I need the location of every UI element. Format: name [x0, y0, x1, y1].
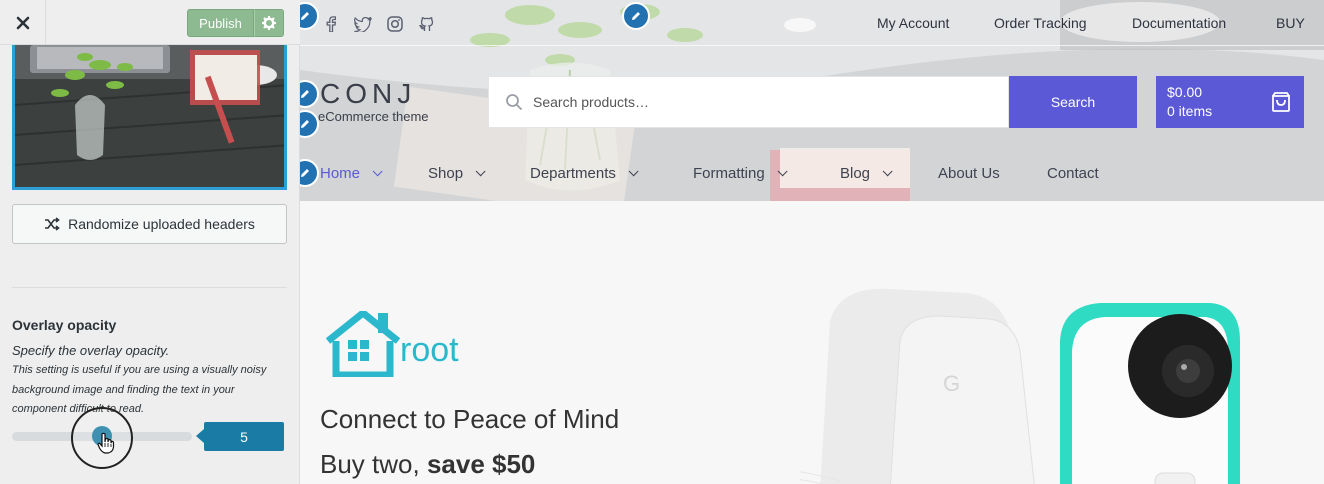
randomize-headers-button[interactable]: Randomize uploaded headers: [12, 204, 287, 244]
menu-item-formatting-label: Formatting: [693, 165, 765, 182]
publish-settings-button[interactable]: [254, 9, 284, 37]
menu-item-about-us[interactable]: About Us: [938, 165, 1000, 182]
search-icon: [506, 94, 522, 110]
overlay-opacity-title: Overlay opacity: [12, 317, 117, 333]
site-tagline: eCommerce theme: [318, 109, 429, 124]
close-icon: [16, 16, 29, 29]
pencil-icon: [301, 120, 309, 128]
edit-shortcut-topnav[interactable]: [622, 2, 650, 30]
shuffle-icon: [45, 217, 60, 231]
menu-item-contact-label: Contact: [1047, 165, 1099, 182]
pencil-icon: [632, 12, 640, 20]
instagram-icon[interactable]: [386, 15, 404, 33]
github-icon[interactable]: [418, 15, 436, 33]
camera-product-image: G: [800, 288, 1240, 484]
twitter-icon[interactable]: [354, 15, 372, 33]
header-image-thumbnail[interactable]: [12, 45, 287, 190]
promo-headline: Connect to Peace of Mind: [320, 404, 620, 434]
overlay-opacity-subtitle: Specify the overlay opacity.: [12, 343, 170, 358]
close-customizer-button[interactable]: [0, 0, 46, 45]
menu-item-about-us-label: About Us: [938, 165, 1000, 182]
menu-item-departments[interactable]: Departments: [530, 165, 639, 182]
menu-item-home-label: Home: [320, 165, 361, 182]
pencil-icon: [301, 169, 309, 177]
nav-order-tracking[interactable]: Order Tracking: [994, 15, 1087, 31]
shopping-bag-icon: [1272, 92, 1290, 112]
publish-button[interactable]: Publish: [187, 9, 254, 37]
gear-icon: [262, 16, 276, 30]
overlay-opacity-description: This setting is useful if you are using …: [12, 364, 267, 415]
topbar-divider: [300, 45, 1324, 46]
search-button[interactable]: Search: [1009, 76, 1137, 128]
search-input[interactable]: [533, 94, 993, 110]
nav-my-account[interactable]: My Account: [877, 15, 949, 31]
promo-subline-prefix: Buy two,: [320, 449, 420, 479]
section-divider: [12, 287, 287, 288]
menu-item-shop-label: Shop: [428, 165, 464, 182]
customizer-header: Publish: [0, 0, 300, 45]
pencil-icon: [301, 90, 309, 98]
randomize-headers-label: Randomize uploaded headers: [68, 216, 255, 232]
root-brand-name: root: [400, 331, 459, 369]
site-logo[interactable]: CONJ: [320, 78, 416, 110]
site-preview: My Account Order Tracking Documentation …: [300, 0, 1324, 484]
hand-cursor-icon: [97, 432, 115, 454]
menu-item-shop[interactable]: Shop: [428, 165, 486, 182]
nav-documentation[interactable]: Documentation: [1132, 15, 1226, 31]
nav-buy[interactable]: BUY: [1276, 15, 1305, 31]
menu-item-formatting[interactable]: Formatting: [693, 165, 788, 182]
desk-plant-image: [15, 45, 284, 187]
cart-total: $0.00: [1167, 84, 1203, 100]
cart-item-count: 0 items: [1167, 103, 1213, 119]
menu-item-blog-label: Blog: [840, 165, 871, 182]
overlay-opacity-value[interactable]: 5: [196, 422, 284, 451]
facebook-icon[interactable]: [322, 15, 340, 33]
menu-item-departments-label: Departments: [530, 165, 616, 182]
promo-subline-bold: save $50: [426, 449, 536, 479]
cart-button[interactable]: $0.00 0 items: [1156, 76, 1304, 128]
customizer-sidebar: Publish Randomize uploaded headers Overl…: [0, 0, 300, 484]
menu-item-contact[interactable]: Contact: [1047, 165, 1099, 182]
promo-subline: Buy two, save $50: [320, 449, 535, 480]
social-links: [322, 15, 436, 33]
menu-item-blog[interactable]: Blog: [840, 165, 893, 182]
search-field[interactable]: [488, 76, 1009, 128]
svg-text:G: G: [943, 371, 960, 396]
pencil-icon: [301, 12, 309, 20]
menu-item-home[interactable]: Home: [320, 165, 383, 182]
promo-section: root Connect to Peace of Mind Buy two, s…: [300, 201, 1324, 484]
